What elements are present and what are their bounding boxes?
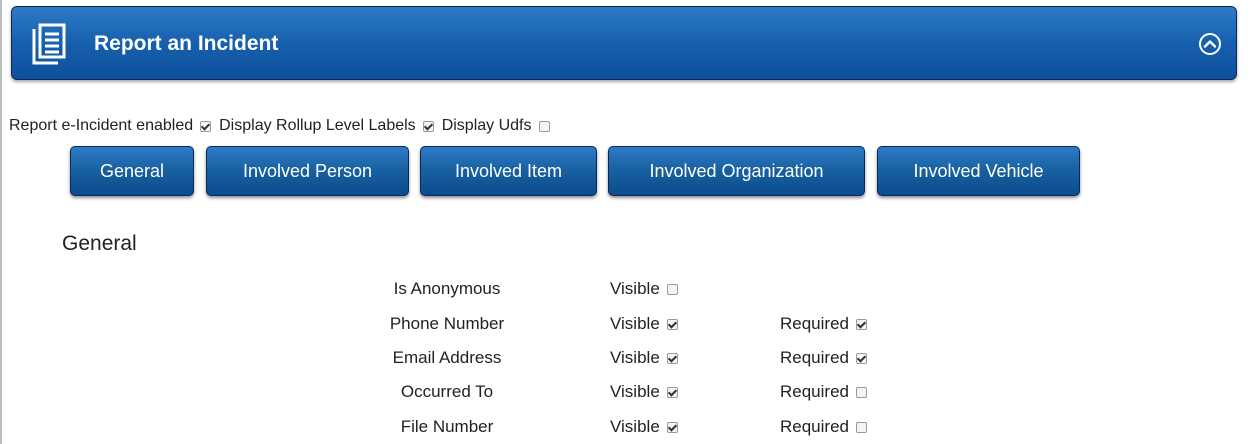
tab-general[interactable]: General xyxy=(70,146,194,196)
required-option: Required xyxy=(780,311,875,337)
visible-label: Visible xyxy=(610,279,660,298)
report-e-incident-checkbox[interactable] xyxy=(200,120,212,132)
field-name: Is Anonymous xyxy=(393,279,501,298)
visible-option: Visible xyxy=(610,345,686,371)
required-checkbox[interactable] xyxy=(856,386,867,398)
field-row-email-address: Email Address Visible Required xyxy=(0,345,1250,371)
required-label: Required xyxy=(780,417,849,436)
tab-involved-item[interactable]: Involved Item xyxy=(420,146,597,196)
visible-option: Visible xyxy=(610,311,686,337)
tab-involved-person[interactable]: Involved Person xyxy=(206,146,409,196)
required-checkbox[interactable] xyxy=(856,352,867,364)
field-name: Phone Number xyxy=(389,314,505,333)
display-rollup-labels-checkbox[interactable] xyxy=(422,120,434,132)
tab-involved-organization[interactable]: Involved Organization xyxy=(608,146,865,196)
chevron-up-circle-icon[interactable] xyxy=(1198,32,1222,56)
panel-title: Report an Incident xyxy=(94,32,279,55)
visible-label: Visible xyxy=(610,382,660,401)
page-left-border xyxy=(0,0,2,444)
section-title: General xyxy=(62,232,137,255)
visible-checkbox[interactable] xyxy=(666,352,678,364)
option-label-report-e-incident: Report e-Incident enabled xyxy=(9,117,194,134)
visible-option: Visible xyxy=(610,379,686,405)
option-label-display-udfs: Display Udfs xyxy=(441,117,532,134)
field-name: Occurred To xyxy=(400,382,494,401)
option-label-display-rollup: Display Rollup Level Labels xyxy=(219,117,416,134)
visible-checkbox[interactable] xyxy=(666,318,678,330)
visible-checkbox[interactable] xyxy=(666,386,678,398)
visible-label: Visible xyxy=(610,348,660,367)
tab-bar: General Involved Person Involved Item In… xyxy=(0,146,1250,198)
field-row-phone-number: Phone Number Visible Required xyxy=(0,311,1250,337)
field-row-is-anonymous: Is Anonymous Visible xyxy=(0,276,1250,302)
required-option: Required xyxy=(780,379,875,405)
visible-option: Visible xyxy=(610,414,686,440)
field-row-file-number: File Number Visible Required xyxy=(0,414,1250,440)
visible-option: Visible xyxy=(610,276,686,302)
required-checkbox[interactable] xyxy=(856,421,867,433)
panel-header: Report an Incident xyxy=(11,6,1237,80)
field-row-occurred-to: Occurred To Visible Required xyxy=(0,379,1250,405)
visible-label: Visible xyxy=(610,417,660,436)
tab-involved-vehicle[interactable]: Involved Vehicle xyxy=(877,146,1080,196)
required-option: Required xyxy=(780,414,875,440)
required-label: Required xyxy=(780,382,849,401)
required-checkbox[interactable] xyxy=(856,318,867,330)
documents-icon xyxy=(32,23,66,65)
required-label: Required xyxy=(780,314,849,333)
field-name: File Number xyxy=(400,417,494,436)
display-udfs-checkbox[interactable] xyxy=(538,120,550,132)
visible-checkbox[interactable] xyxy=(666,421,678,433)
required-label: Required xyxy=(780,348,849,367)
field-name: Email Address xyxy=(392,348,502,367)
required-option: Required xyxy=(780,345,875,371)
visible-label: Visible xyxy=(610,314,660,333)
options-row: Report e-Incident enabled Display Rollup… xyxy=(9,116,558,136)
visible-checkbox[interactable] xyxy=(666,283,678,295)
